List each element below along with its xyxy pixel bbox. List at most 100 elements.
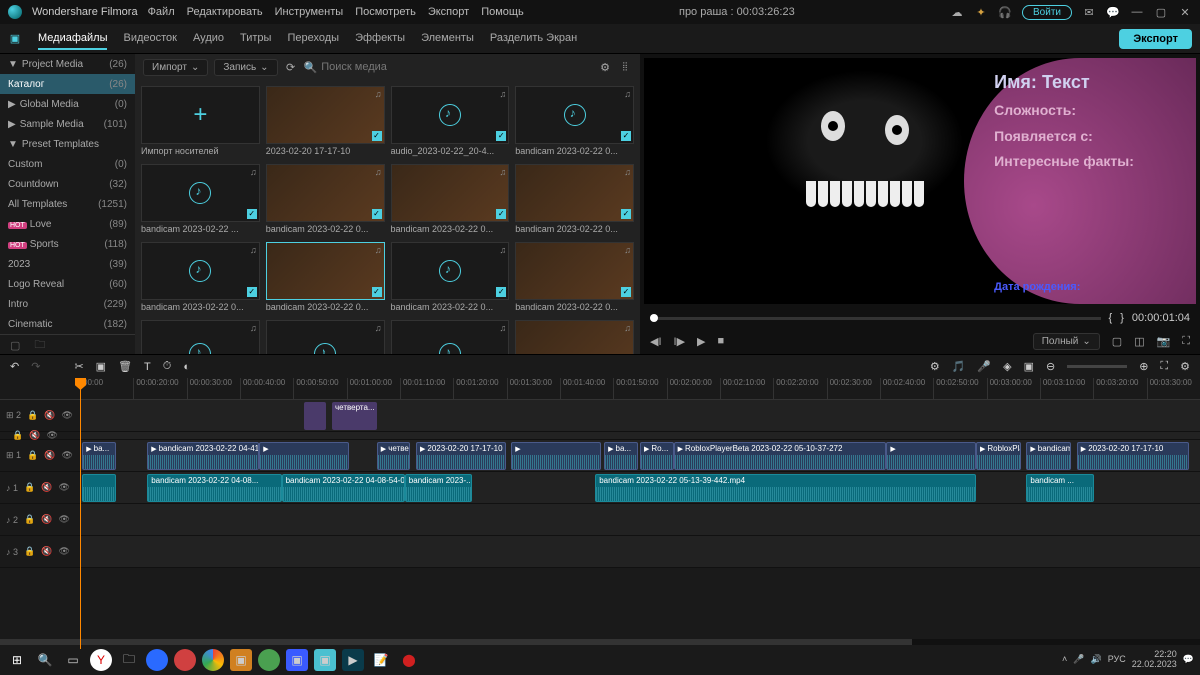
app5-icon[interactable]: ▣ xyxy=(286,649,308,671)
notification-icon[interactable]: 💬 xyxy=(1183,655,1194,665)
play-icon[interactable]: ▶ xyxy=(697,335,705,348)
sidebar-item[interactable]: Custom(0) xyxy=(0,154,135,174)
menu-Редактировать[interactable]: Редактировать xyxy=(187,6,263,18)
lock-icon[interactable]: 🔒 xyxy=(24,514,35,525)
audio-icon[interactable]: 🎵 xyxy=(952,360,966,373)
clip[interactable] xyxy=(304,402,326,430)
media-item[interactable]: ✓♫ xyxy=(515,320,634,354)
screen-icon[interactable]: ▢ xyxy=(1112,335,1122,348)
sidebar-item[interactable]: All Templates(1251) xyxy=(0,194,135,214)
media-item[interactable]: ✓♫bandicam 2023-02-22 0... xyxy=(141,242,260,314)
clip[interactable]: 2023-02-20 17-17-10 xyxy=(1077,442,1189,470)
clip[interactable]: bandicam 2023-02-22 04-08-54-078... xyxy=(282,474,405,502)
sidebar-item[interactable]: 2023(39) xyxy=(0,254,135,274)
sidebar-item[interactable]: Каталог(26) xyxy=(0,74,135,94)
mic-icon[interactable]: 🎤 xyxy=(977,360,991,373)
taskview-icon[interactable]: ▭ xyxy=(62,649,84,671)
preview-screen[interactable]: Имя: Текст Сложность: Появляется с: Инте… xyxy=(644,58,1196,304)
media-item[interactable]: ✓♫bandicam 2023-02-22 0... xyxy=(391,164,510,236)
sidebar-item[interactable]: Intro(229) xyxy=(0,294,135,314)
app6-icon[interactable]: ▣ xyxy=(314,649,336,671)
lock-icon[interactable]: 🔒 xyxy=(24,546,35,557)
prev-frame-icon[interactable]: ◀I xyxy=(650,335,662,348)
folder-icon[interactable]: 🗀 xyxy=(34,336,45,354)
render-icon[interactable]: ▣ xyxy=(1024,360,1034,373)
app3-icon[interactable]: ▣ xyxy=(230,649,252,671)
tab-3[interactable]: Титры xyxy=(240,28,271,50)
sparkle-icon[interactable]: ✦ xyxy=(974,5,988,19)
eye-icon[interactable]: 👁 xyxy=(58,482,69,493)
clip[interactable] xyxy=(259,442,349,470)
filmora-icon[interactable]: ▶ xyxy=(342,649,364,671)
marker-icon[interactable]: ◈ xyxy=(1003,360,1011,373)
chrome-icon[interactable] xyxy=(202,649,224,671)
minimize-icon[interactable]: — xyxy=(1130,5,1144,19)
clip[interactable] xyxy=(886,442,976,470)
media-item[interactable]: ✓♫ xyxy=(391,320,510,354)
sidebar-item[interactable]: ▼Preset Templates xyxy=(0,134,135,154)
search-input[interactable]: 🔍 Поиск медиа xyxy=(304,61,444,74)
sidebar-item[interactable]: HOTSports(118) xyxy=(0,234,135,254)
mail-icon[interactable]: ✉ xyxy=(1082,5,1096,19)
sidebar-item[interactable]: Cinematic(182) xyxy=(0,314,135,334)
sidebar-item[interactable]: Countdown(32) xyxy=(0,174,135,194)
clip[interactable]: 2023-02-20 17-17-10 xyxy=(416,442,506,470)
tab-5[interactable]: Эффекты xyxy=(355,28,405,50)
menu-Помощь[interactable]: Помощь xyxy=(481,6,524,18)
mute-icon[interactable]: 🔇 xyxy=(41,514,52,525)
media-item[interactable]: ✓♫bandicam 2023-02-22 0... xyxy=(266,164,385,236)
media-item[interactable]: ✓♫audio_2023-02-22_20-4... xyxy=(391,86,510,158)
media-item[interactable]: +Импорт носителей xyxy=(141,86,260,158)
compare-icon[interactable]: ◫ xyxy=(1134,335,1144,348)
text-icon[interactable]: T xyxy=(144,361,151,373)
eye-icon[interactable]: 👁 xyxy=(58,546,69,557)
menu-Посмотреть[interactable]: Посмотреть xyxy=(355,6,416,18)
start-icon[interactable]: ⊞ xyxy=(6,649,28,671)
menu-Инструменты[interactable]: Инструменты xyxy=(275,6,344,18)
sidebar-item[interactable]: HOTLove(89) xyxy=(0,214,135,234)
message-icon[interactable]: 💬 xyxy=(1106,5,1120,19)
clip[interactable] xyxy=(82,474,116,502)
clip[interactable]: ba... xyxy=(82,442,116,470)
media-item[interactable]: ✓♫ xyxy=(141,320,260,354)
media-item[interactable]: ✓♫bandicam 2023-02-22 0... xyxy=(266,242,385,314)
ruler[interactable]: 00:0000:00:20:0000:00:30:0000:00:40:0000… xyxy=(0,378,1200,400)
sidebar-item[interactable]: ▶Global Media(0) xyxy=(0,94,135,114)
media-item[interactable]: ✓♫bandicam 2023-02-22 0... xyxy=(515,86,634,158)
menu-Экспорт[interactable]: Экспорт xyxy=(428,6,469,18)
clip[interactable]: ba... xyxy=(604,442,638,470)
export-button[interactable]: Экспорт xyxy=(1119,29,1192,49)
clip[interactable]: четверта... xyxy=(332,402,377,430)
lock-icon[interactable]: 🔒 xyxy=(27,410,38,421)
zoom-out-icon[interactable]: ⊖ xyxy=(1046,360,1055,373)
mute-icon[interactable]: 🔇 xyxy=(41,482,52,493)
media-item[interactable]: ✓♫2023-02-20 17-17-10 xyxy=(266,86,385,158)
brace-left[interactable]: { xyxy=(1109,312,1113,324)
eye-icon[interactable]: 👁 xyxy=(61,450,72,461)
app4-icon[interactable] xyxy=(258,649,280,671)
search-icon[interactable]: 🔍 xyxy=(34,649,56,671)
app2-icon[interactable] xyxy=(174,649,196,671)
zoom-in-icon[interactable]: ⊕ xyxy=(1139,360,1148,373)
undo-icon[interactable]: ↶ xyxy=(10,360,19,373)
maximize-icon[interactable]: ▢ xyxy=(1154,5,1168,19)
tab-7[interactable]: Разделить Экран xyxy=(490,28,577,50)
eye-icon[interactable]: 👁 xyxy=(61,410,72,421)
clip[interactable]: RobloxPlayerBeta 2023-02-22 05-10-37-272 xyxy=(674,442,887,470)
lock-icon[interactable]: 🔒 xyxy=(27,450,38,461)
scrubber[interactable] xyxy=(650,317,1101,320)
clip[interactable]: bandicam 2023-02-22 04-41-41... xyxy=(147,442,259,470)
menu-Файл[interactable]: Файл xyxy=(148,6,175,18)
playhead[interactable] xyxy=(80,378,81,649)
cut-icon[interactable]: ✂ xyxy=(74,360,83,373)
note-icon[interactable]: 📝 xyxy=(370,649,392,671)
mute-icon[interactable]: 🔇 xyxy=(44,450,55,461)
folder-icon[interactable]: ▣ xyxy=(8,32,22,46)
app1-icon[interactable] xyxy=(146,649,168,671)
tab-1[interactable]: Видеосток xyxy=(123,28,176,50)
fit-icon[interactable]: ⛶ xyxy=(1160,360,1168,373)
delete-icon[interactable]: 🗑 xyxy=(118,360,132,373)
record-dropdown[interactable]: Запись ⌄ xyxy=(214,59,277,76)
media-item[interactable]: ✓♫ xyxy=(266,320,385,354)
volume-tray-icon[interactable]: 🔊 xyxy=(1090,655,1101,665)
